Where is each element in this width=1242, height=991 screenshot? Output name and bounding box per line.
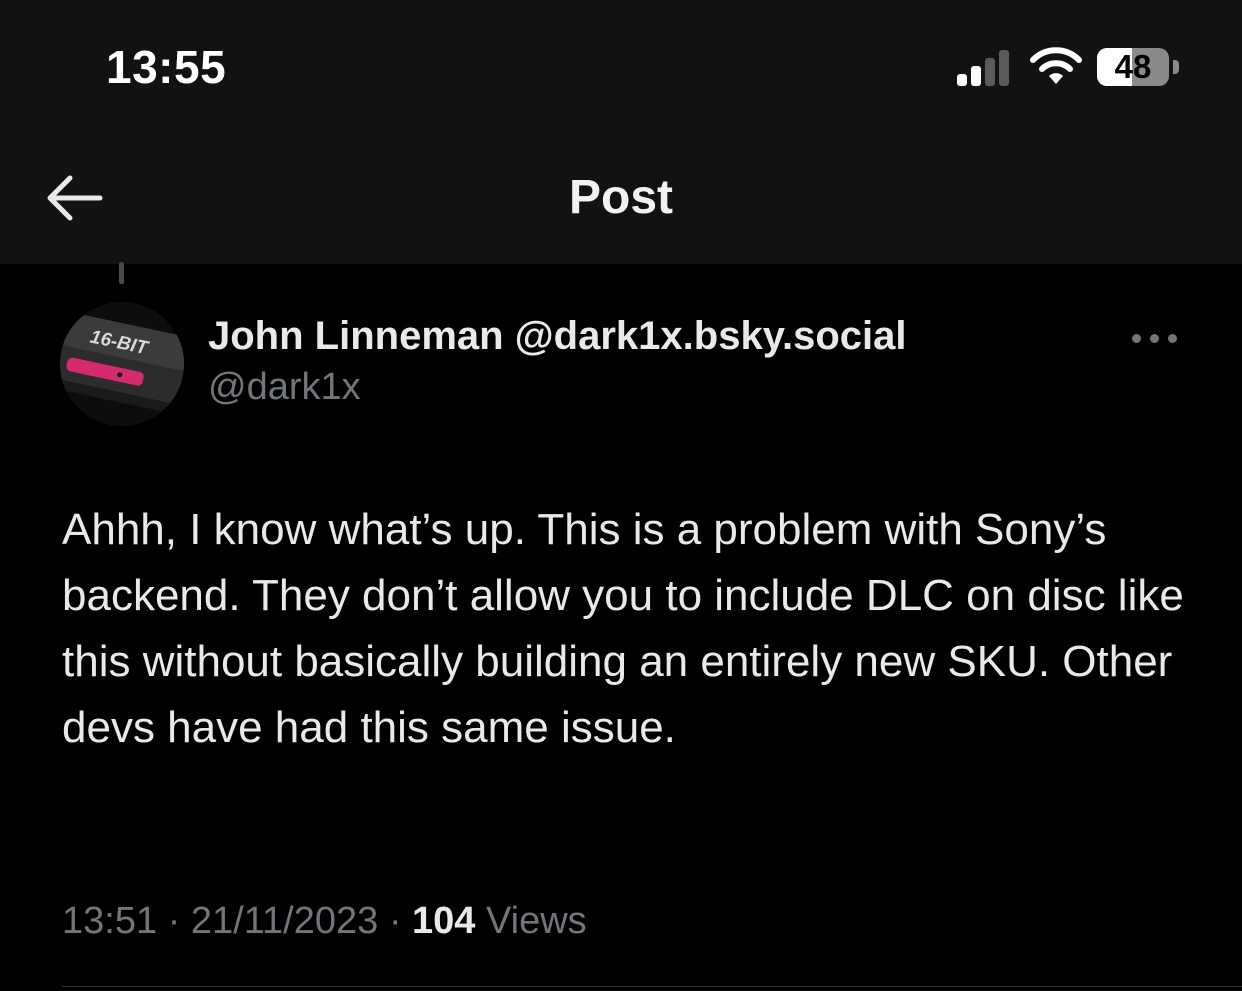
battery-icon: 48 bbox=[1097, 48, 1169, 86]
post-date[interactable]: 21/11/2023 bbox=[191, 900, 378, 942]
battery-percent: 48 bbox=[1114, 48, 1152, 85]
more-horizontal-icon[interactable] bbox=[1128, 326, 1182, 352]
views-label: Views bbox=[486, 900, 587, 942]
post-text: Ahhh, I know what’s up. This is a proble… bbox=[62, 505, 1184, 752]
more-dot bbox=[1168, 334, 1177, 343]
signal-bar bbox=[971, 66, 981, 86]
signal-bar bbox=[957, 74, 967, 86]
author-name[interactable]: John Linneman @dark1x.bsky.social bbox=[208, 314, 907, 359]
thread-connector-line bbox=[119, 262, 124, 284]
avatar[interactable]: 16-BIT bbox=[60, 302, 184, 426]
author-handle[interactable]: @dark1x bbox=[208, 366, 361, 409]
post-time[interactable]: 13:51 bbox=[62, 900, 157, 942]
meta-separator: · bbox=[167, 900, 181, 942]
meta-separator: · bbox=[388, 900, 402, 942]
status-time: 13:55 bbox=[106, 41, 227, 93]
more-dot bbox=[1150, 334, 1159, 343]
more-dot bbox=[1132, 334, 1141, 343]
signal-bar bbox=[985, 58, 995, 86]
signal-bar bbox=[999, 50, 1009, 86]
wifi-icon bbox=[1030, 47, 1082, 84]
battery-cap bbox=[1173, 60, 1179, 74]
divider bbox=[62, 986, 1242, 987]
cellular-signal-icon bbox=[957, 48, 1013, 86]
views-count: 104 bbox=[412, 900, 476, 942]
avatar-image: 16-BIT bbox=[60, 302, 184, 426]
post-meta: 13:51 · 21/11/2023 · 104 Views bbox=[62, 900, 587, 943]
page-title: Post bbox=[568, 171, 673, 224]
